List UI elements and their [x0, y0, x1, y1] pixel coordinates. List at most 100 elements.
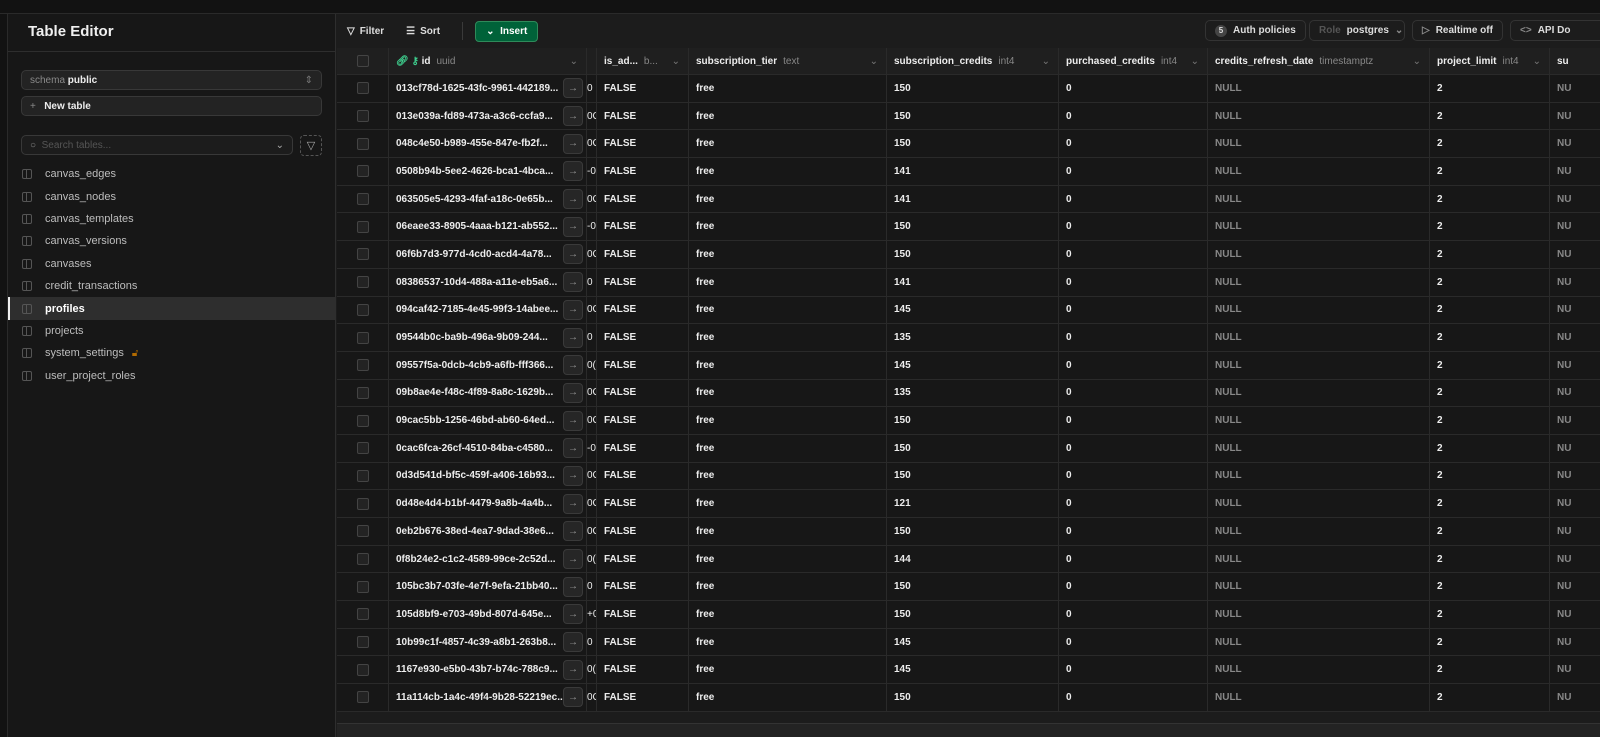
row-checkbox[interactable]: [337, 490, 389, 517]
sidebar-item-canvas-versions[interactable]: canvas_versions: [8, 230, 336, 252]
table-row[interactable]: 013cf78d-1625-43fc-9961-442189... → 0 FAL…: [337, 75, 1600, 103]
cell-subscription-credits[interactable]: 141: [887, 185, 1059, 213]
cell-subscription-credits[interactable]: 145: [887, 351, 1059, 379]
cell-subscription-credits[interactable]: 121: [887, 490, 1059, 517]
arrow-right-icon[interactable]: →: [563, 244, 583, 265]
cell-partial[interactable]: 0C: [587, 102, 597, 130]
cell-partial[interactable]: 0C: [587, 407, 597, 434]
arrow-right-icon[interactable]: →: [563, 438, 583, 459]
table-row[interactable]: 11a114cb-1a4c-49f4-9b28-52219ec...→ 0C F…: [337, 684, 1600, 712]
cell-id[interactable]: 094caf42-7185-4e45-99f3-14abee... →: [389, 296, 587, 324]
cell-partial[interactable]: -0: [587, 158, 597, 185]
cell-su[interactable]: NU: [1550, 186, 1600, 213]
cell-id[interactable]: 09cac5bb-1256-46bd-ab60-64ed... →: [389, 407, 587, 434]
cell-subscription-credits[interactable]: 145: [887, 296, 1059, 324]
cell-su[interactable]: NU: [1550, 490, 1600, 517]
cell-purchased-credits[interactable]: 0: [1059, 213, 1208, 241]
cell-subscription-tier[interactable]: free: [689, 102, 887, 130]
cell-subscription-credits[interactable]: 150: [887, 684, 1059, 711]
arrow-right-icon[interactable]: →: [563, 410, 583, 431]
cell-is-admin[interactable]: FALSE: [597, 158, 689, 185]
cell-project-limit[interactable]: 2: [1430, 379, 1550, 407]
cell-su[interactable]: NU: [1550, 435, 1600, 462]
cell-subscription-tier[interactable]: free: [689, 545, 887, 573]
cell-id[interactable]: 06f6b7d3-977d-4cd0-acd4-4a78... →: [389, 241, 587, 268]
cell-is-admin[interactable]: FALSE: [597, 241, 689, 268]
cell-id[interactable]: 013e039a-fd89-473a-a3c6-ccfa9... →: [389, 102, 587, 130]
sidebar-item-canvas-nodes[interactable]: canvas_nodes: [8, 185, 336, 207]
cell-subscription-tier[interactable]: free: [689, 407, 887, 434]
cell-id[interactable]: 10b99c1f-4857-4c39-a8b1-263b8... →: [389, 628, 587, 656]
cell-partial[interactable]: 0: [587, 75, 597, 102]
cell-partial[interactable]: 0(: [587, 351, 597, 379]
cell-is-admin[interactable]: FALSE: [597, 102, 689, 130]
cell-credits-refresh-date[interactable]: NULL: [1208, 158, 1430, 185]
cell-is-admin[interactable]: FALSE: [597, 351, 689, 379]
arrow-right-icon[interactable]: →: [563, 272, 583, 293]
cell-purchased-credits[interactable]: 0: [1059, 407, 1208, 434]
cell-su[interactable]: NU: [1550, 463, 1600, 490]
row-checkbox[interactable]: [337, 185, 389, 213]
cell-subscription-tier[interactable]: free: [689, 628, 887, 656]
cell-project-limit[interactable]: 2: [1430, 628, 1550, 656]
sidebar-item-canvas-edges[interactable]: canvas_edges: [8, 163, 336, 185]
row-checkbox[interactable]: [337, 545, 389, 573]
arrow-right-icon[interactable]: →: [563, 382, 583, 403]
row-checkbox[interactable]: [337, 601, 389, 628]
cell-purchased-credits[interactable]: 0: [1059, 296, 1208, 324]
cell-project-limit[interactable]: 2: [1430, 102, 1550, 130]
column-header[interactable]: [587, 48, 597, 74]
cell-purchased-credits[interactable]: 0: [1059, 185, 1208, 213]
cell-purchased-credits[interactable]: 0: [1059, 545, 1208, 573]
cell-project-limit[interactable]: 2: [1430, 434, 1550, 462]
cell-subscription-tier[interactable]: free: [689, 241, 887, 268]
chevron-down-icon[interactable]: ⌄: [1191, 56, 1199, 67]
cell-purchased-credits[interactable]: 0: [1059, 351, 1208, 379]
cell-su[interactable]: NU: [1550, 269, 1600, 296]
cell-su[interactable]: NU: [1550, 407, 1600, 434]
cell-is-admin[interactable]: FALSE: [597, 296, 689, 324]
row-checkbox[interactable]: [337, 213, 389, 241]
table-row[interactable]: 013e039a-fd89-473a-a3c6-ccfa9... → 0C FAL…: [337, 102, 1600, 131]
row-checkbox[interactable]: [337, 75, 389, 102]
table-row[interactable]: 0d3d541d-bf5c-459f-a406-16b93... → 0C FAL…: [337, 462, 1600, 491]
cell-credits-refresh-date[interactable]: NULL: [1208, 75, 1430, 102]
cell-credits-refresh-date[interactable]: NULL: [1208, 241, 1430, 268]
cell-id[interactable]: 09544b0c-ba9b-496a-9b09-244... →: [389, 324, 587, 351]
cell-partial[interactable]: 0C: [587, 296, 597, 324]
cell-project-limit[interactable]: 2: [1430, 601, 1550, 628]
cell-credits-refresh-date[interactable]: NULL: [1208, 296, 1430, 324]
cell-partial[interactable]: 0C: [587, 684, 597, 711]
cell-purchased-credits[interactable]: 0: [1059, 75, 1208, 102]
row-checkbox[interactable]: [337, 102, 389, 130]
cell-credits-refresh-date[interactable]: NULL: [1208, 130, 1430, 158]
cell-credits-refresh-date[interactable]: NULL: [1208, 656, 1430, 684]
cell-subscription-tier[interactable]: free: [689, 296, 887, 324]
arrow-right-icon[interactable]: →: [563, 133, 583, 154]
cell-purchased-credits[interactable]: 0: [1059, 518, 1208, 545]
cell-credits-refresh-date[interactable]: NULL: [1208, 601, 1430, 628]
cell-purchased-credits[interactable]: 0: [1059, 102, 1208, 130]
cell-su[interactable]: NU: [1550, 213, 1600, 240]
cell-id[interactable]: 11a114cb-1a4c-49f4-9b28-52219ec... →: [389, 684, 587, 711]
cell-project-limit[interactable]: 2: [1430, 656, 1550, 684]
cell-subscription-credits[interactable]: 135: [887, 324, 1059, 351]
cell-is-admin[interactable]: FALSE: [597, 130, 689, 158]
row-checkbox[interactable]: [337, 407, 389, 434]
cell-credits-refresh-date[interactable]: NULL: [1208, 628, 1430, 656]
column-header[interactable]: project_limit int4 ⌄: [1430, 48, 1550, 74]
row-checkbox[interactable]: [337, 130, 389, 158]
cell-su[interactable]: NU: [1550, 601, 1600, 628]
cell-subscription-credits[interactable]: 141: [887, 158, 1059, 185]
cell-partial[interactable]: 0C: [587, 379, 597, 407]
row-checkbox[interactable]: [337, 684, 389, 711]
search-tables-input[interactable]: ○ Search tables... ⌄: [21, 135, 293, 155]
cell-credits-refresh-date[interactable]: NULL: [1208, 684, 1430, 711]
chevron-down-icon[interactable]: ⌄: [870, 56, 878, 67]
cell-id[interactable]: 06eaee33-8905-4aaa-b121-ab552... →: [389, 213, 587, 241]
row-checkbox[interactable]: [337, 573, 389, 601]
cell-credits-refresh-date[interactable]: NULL: [1208, 102, 1430, 130]
cell-partial[interactable]: 0C: [587, 130, 597, 158]
row-checkbox[interactable]: [337, 379, 389, 407]
sidebar-item-credit-transactions[interactable]: credit_transactions: [8, 275, 336, 297]
